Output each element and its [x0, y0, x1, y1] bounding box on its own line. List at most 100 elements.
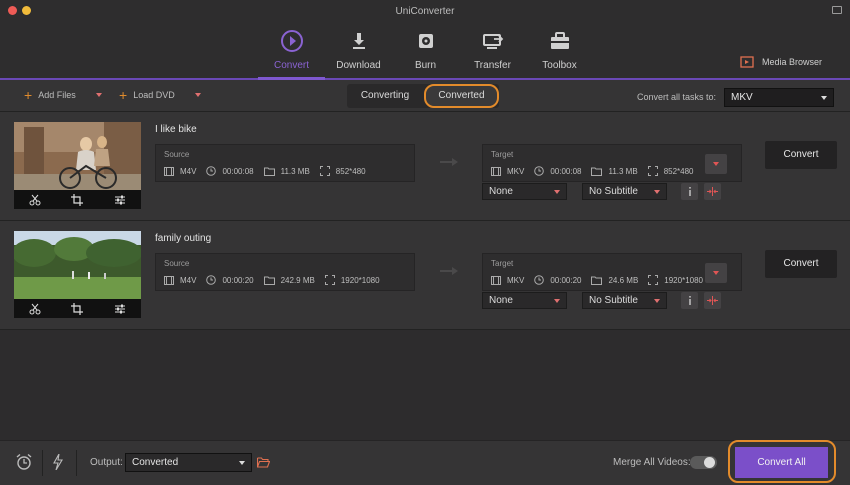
task-list-empty-area [0, 330, 850, 440]
crop-icon[interactable] [71, 302, 84, 315]
target-label: Target [491, 150, 514, 159]
target-resolution: 852*480 [663, 166, 694, 176]
lightning-icon[interactable] [53, 454, 63, 470]
app-title: UniConverter [395, 6, 455, 17]
open-folder-icon[interactable] [257, 457, 270, 468]
folder-icon [591, 167, 603, 176]
target-info-panel: Target MKV 00:00:20 24.6 MB 1920*1080 [482, 253, 742, 291]
tab-convert[interactable]: Convert [258, 28, 325, 71]
load-dvd-button[interactable]: + Load DVD [119, 87, 201, 103]
source-label: Source [164, 259, 190, 268]
output-folder-select[interactable]: Converted [125, 453, 252, 472]
tab-toolbox-label: Toolbox [542, 60, 577, 71]
add-files-dropdown-icon[interactable] [95, 93, 102, 97]
effects-sliders-icon[interactable] [114, 194, 126, 206]
clock-icon [206, 166, 217, 176]
info-button[interactable] [681, 183, 698, 200]
chevron-down-icon [713, 271, 719, 275]
effects-sliders-icon[interactable] [114, 303, 126, 315]
tab-toolbox[interactable]: Toolbox [526, 28, 593, 71]
chevron-down-icon [554, 190, 560, 194]
audio-track-select[interactable]: None [482, 183, 567, 200]
source-format: M4V [180, 166, 197, 176]
add-files-button[interactable]: + Add Files [24, 88, 102, 102]
chevron-down-icon [654, 190, 660, 194]
convert-button[interactable]: Convert [765, 141, 837, 169]
film-icon [164, 166, 174, 176]
arrow-right-icon [440, 267, 458, 275]
chevron-down-icon [239, 461, 245, 465]
target-size: 11.3 MB [608, 166, 638, 176]
convert-button[interactable]: Convert [765, 250, 837, 278]
merge-split-button[interactable] [704, 292, 721, 309]
video-thumbnail[interactable] [14, 231, 141, 318]
load-dvd-dropdown-icon[interactable] [194, 93, 201, 97]
convert-all-tasks-select[interactable]: MKV [724, 88, 834, 107]
source-duration: 00:00:08 [222, 166, 254, 176]
info-icon [688, 296, 691, 305]
divider [76, 450, 77, 476]
audio-track-select[interactable]: None [482, 292, 567, 309]
source-size: 11.3 MB [280, 166, 310, 176]
feedback-icon[interactable] [832, 6, 842, 14]
video-thumbnail[interactable] [14, 122, 141, 209]
source-resolution: 1920*1080 [340, 275, 380, 285]
target-duration: 00:00:20 [550, 275, 582, 285]
download-icon [325, 28, 392, 54]
main-nav: Convert Download Burn Transfer Toolbox [258, 28, 593, 71]
output-label: Output: [90, 457, 123, 468]
target-info: MKV 00:00:20 24.6 MB 1920*1080 [491, 275, 703, 285]
subtitle-value: No Subtitle [589, 295, 638, 306]
split-arrows-icon [707, 296, 718, 305]
scissors-icon[interactable] [29, 194, 41, 206]
plus-icon: + [119, 87, 128, 103]
target-format: MKV [507, 275, 525, 285]
media-browser-icon [740, 56, 754, 68]
source-info: M4V 00:00:20 242.9 MB 1920*1080 [164, 275, 380, 285]
convert-all-tasks-label: Convert all tasks to: [637, 92, 717, 102]
task-row: I like bike Source M4V 00:00:08 11.3 MB … [0, 112, 850, 221]
thumbnail-tools [14, 190, 141, 209]
source-format: M4V [180, 275, 197, 285]
source-duration: 00:00:20 [222, 275, 254, 285]
convert-all-button[interactable]: Convert All [735, 447, 828, 478]
crop-icon[interactable] [71, 193, 84, 206]
target-info-panel: Target MKV 00:00:08 11.3 MB 852*480 [482, 144, 742, 182]
task-title: I like bike [155, 124, 197, 135]
tab-burn[interactable]: Burn [392, 28, 459, 71]
task-row: family outing Source M4V 00:00:20 242.9 … [0, 221, 850, 330]
film-icon [491, 275, 501, 285]
target-format: MKV [507, 166, 525, 176]
target-label: Target [491, 259, 514, 268]
thumbnail-tools [14, 299, 141, 318]
tab-convert-label: Convert [273, 60, 309, 71]
resolution-icon [648, 275, 659, 285]
source-info: M4V 00:00:08 11.3 MB 852*480 [164, 166, 366, 176]
subtitle-select[interactable]: No Subtitle [582, 292, 667, 309]
transfer-icon [459, 28, 526, 54]
audio-track-value: None [489, 186, 513, 197]
output-folder-value: Converted [132, 457, 179, 468]
source-resolution: 852*480 [335, 166, 366, 176]
target-format-dropdown[interactable] [705, 154, 727, 174]
media-browser-button[interactable]: Media Browser [740, 56, 822, 68]
tab-download[interactable]: Download [325, 28, 392, 71]
tab-converting[interactable]: Converting [347, 84, 423, 108]
thumbnail-image [14, 231, 141, 299]
target-format-dropdown[interactable] [705, 263, 727, 283]
folder-icon [263, 276, 275, 285]
subtitle-select[interactable]: No Subtitle [582, 183, 667, 200]
target-duration: 00:00:08 [550, 166, 582, 176]
info-button[interactable] [681, 292, 698, 309]
divider [42, 450, 43, 476]
merge-all-videos-label: Merge All Videos: [613, 457, 691, 468]
tab-converted[interactable]: Converted [424, 84, 499, 108]
toggle-knob [704, 457, 715, 468]
burn-disc-icon [392, 28, 459, 54]
film-icon [164, 275, 174, 285]
tab-transfer[interactable]: Transfer [459, 28, 526, 71]
alarm-clock-icon[interactable] [15, 453, 33, 471]
scissors-icon[interactable] [29, 303, 41, 315]
merge-all-videos-toggle[interactable] [690, 456, 717, 469]
merge-split-button[interactable] [704, 183, 721, 200]
